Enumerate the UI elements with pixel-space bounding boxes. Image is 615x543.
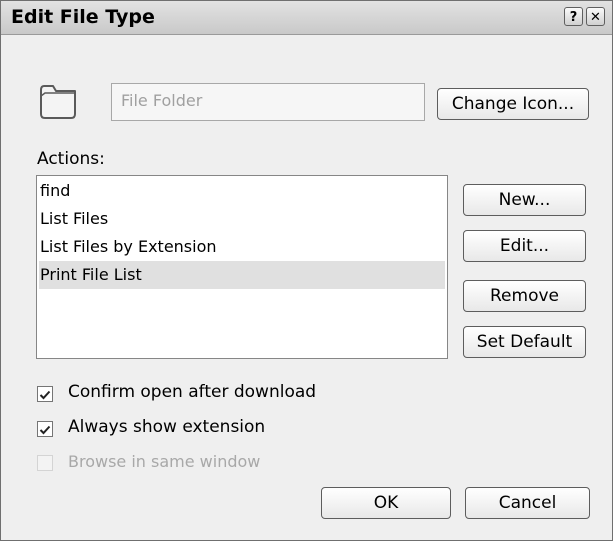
list-item-label: List Files by Extension [40,237,217,256]
checkmark-icon [39,425,51,435]
cancel-label: Cancel [498,493,557,513]
list-item-label: List Files [40,209,109,228]
browse-same-window-checkbox [37,455,53,471]
always-show-extension-checkbox[interactable] [37,421,53,437]
actions-list[interactable]: find List Files List Files by Extension … [36,175,448,359]
title-bar: Edit File Type ? ✕ [1,1,612,35]
file-type-description-field[interactable]: File Folder [111,83,425,121]
ok-label: OK [373,493,399,513]
list-item[interactable]: List Files [39,205,445,233]
confirm-open-label[interactable]: Confirm open after download [68,382,316,402]
browse-same-window-label: Browse in same window [68,452,261,471]
file-type-description-value: File Folder [121,91,203,110]
list-item-label: Print File List [40,265,142,284]
new-action-label: New... [498,190,551,210]
cancel-button[interactable]: Cancel [465,487,590,519]
remove-action-label: Remove [490,286,559,306]
folder-icon [40,85,76,119]
checkmark-icon [39,390,51,400]
ok-button[interactable]: OK [321,487,451,519]
help-icon: ? [569,10,578,25]
remove-action-button[interactable]: Remove [463,280,586,312]
confirm-open-checkbox[interactable] [37,386,53,402]
actions-label: Actions: [37,149,105,169]
dialog-title: Edit File Type [11,6,155,28]
list-item[interactable]: find [39,177,445,205]
change-icon-button[interactable]: Change Icon... [437,88,589,120]
list-item-selected[interactable]: Print File List [39,261,445,289]
edit-action-button[interactable]: Edit... [463,230,586,262]
change-icon-label: Change Icon... [451,94,575,114]
list-item[interactable]: List Files by Extension [39,233,445,261]
set-default-label: Set Default [476,332,573,352]
help-button[interactable]: ? [564,7,583,26]
new-action-button[interactable]: New... [463,184,586,216]
list-item-label: find [40,181,71,200]
set-default-button[interactable]: Set Default [463,326,586,358]
close-button[interactable]: ✕ [586,7,605,26]
edit-file-type-dialog: Edit File Type ? ✕ File Folder Change Ic… [0,0,613,541]
edit-action-label: Edit... [499,236,550,256]
close-icon: ✕ [590,10,601,25]
always-show-extension-label[interactable]: Always show extension [68,417,265,437]
